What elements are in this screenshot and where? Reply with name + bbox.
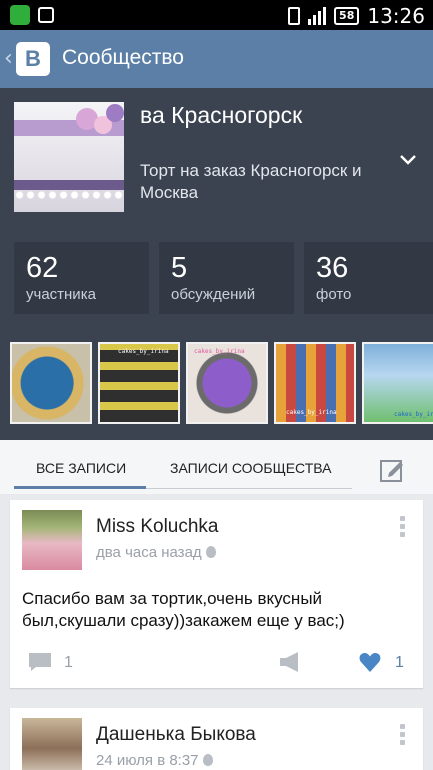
battery-icon: 58 bbox=[334, 7, 360, 25]
stat-photos[interactable]: 36 фото bbox=[304, 242, 433, 314]
photo-thumbnail[interactable] bbox=[10, 342, 92, 424]
post-menu-icon[interactable] bbox=[400, 516, 406, 540]
group-description: Торт на заказ Красногорск и Москва bbox=[140, 161, 362, 202]
post-time-text: 24 июля в 8:37 bbox=[96, 752, 199, 769]
photo-thumbnail[interactable]: cakes_by_irina bbox=[98, 342, 180, 424]
photo-thumbnail[interactable]: cakes_by_irina bbox=[362, 342, 433, 424]
post-time-text: два часа назад bbox=[96, 544, 202, 561]
vk-logo[interactable]: B bbox=[16, 42, 50, 76]
post-text: Спасибо вам за тортик,очень вкусный был,… bbox=[22, 589, 345, 630]
stat-value: 5 bbox=[171, 252, 188, 284]
stat-label: участника bbox=[26, 286, 96, 303]
stat-label: обсуждений bbox=[171, 286, 256, 303]
tab-divider bbox=[146, 488, 352, 489]
vpn-icon bbox=[38, 7, 54, 23]
avatar[interactable] bbox=[22, 718, 82, 770]
wall-tabs: ВСЕ ЗАПИСИ ЗАПИСИ СООБЩЕСТВА bbox=[0, 440, 433, 494]
active-tab-indicator bbox=[14, 486, 146, 489]
post-time: два часа назад bbox=[96, 544, 216, 561]
apple-icon bbox=[202, 754, 213, 766]
avatar[interactable] bbox=[22, 510, 82, 570]
post-time: 24 июля в 8:37 bbox=[96, 752, 213, 769]
wall-post[interactable]: Дашенька Быкова 24 июля в 8:37 bbox=[10, 708, 423, 770]
security-shield-icon bbox=[10, 5, 30, 25]
post-menu-icon[interactable] bbox=[400, 724, 406, 748]
chevron-down-icon[interactable] bbox=[398, 150, 418, 170]
page-title: Сообщество bbox=[62, 46, 184, 69]
stat-label: фото bbox=[316, 286, 352, 303]
stat-discussions[interactable]: 5 обсуждений bbox=[159, 242, 294, 314]
comment-icon[interactable] bbox=[28, 652, 52, 672]
stat-members[interactable]: 62 участника bbox=[14, 242, 149, 314]
photo-strip: cakes_by_irina cakes_by_irina cakes_by_i… bbox=[10, 342, 433, 424]
stat-value: 62 bbox=[26, 252, 59, 284]
group-header: ва Красногорск Торт на заказ Красногорск… bbox=[0, 88, 433, 440]
tab-community-posts[interactable]: ЗАПИСИ СООБЩЕСТВА bbox=[170, 460, 331, 476]
post-actions: 1 1 bbox=[10, 648, 423, 678]
post-author[interactable]: Miss Koluchka bbox=[96, 516, 219, 538]
vibrate-icon bbox=[288, 7, 301, 25]
clock: 13:26 bbox=[367, 4, 425, 28]
tab-all-posts[interactable]: ВСЕ ЗАПИСИ bbox=[36, 460, 126, 476]
apple-icon bbox=[205, 546, 216, 558]
photo-thumbnail[interactable]: cakes_by_irina bbox=[274, 342, 356, 424]
share-megaphone-icon[interactable] bbox=[278, 650, 304, 674]
like-count: 1 bbox=[395, 654, 404, 671]
status-bar: 58 13:26 bbox=[0, 0, 433, 30]
group-name: ва Красногорск bbox=[140, 102, 303, 128]
app-bar: ‹ B Сообщество bbox=[0, 30, 433, 88]
group-stats: 62 участника 5 обсуждений 36 фото bbox=[14, 242, 433, 314]
back-chevron-icon[interactable]: ‹ bbox=[4, 46, 13, 71]
signal-icon bbox=[308, 7, 327, 25]
photo-thumbnail[interactable]: cakes_by_irina bbox=[186, 342, 268, 424]
comment-count: 1 bbox=[64, 654, 73, 671]
wall-post[interactable]: Miss Koluchka два часа назад Спасибо вам… bbox=[10, 500, 423, 688]
stat-value: 36 bbox=[316, 252, 349, 284]
group-cover-photo[interactable] bbox=[14, 102, 124, 212]
edit-post-icon[interactable] bbox=[378, 456, 406, 484]
heart-icon[interactable] bbox=[358, 650, 382, 674]
post-author[interactable]: Дашенька Быкова bbox=[96, 724, 256, 746]
